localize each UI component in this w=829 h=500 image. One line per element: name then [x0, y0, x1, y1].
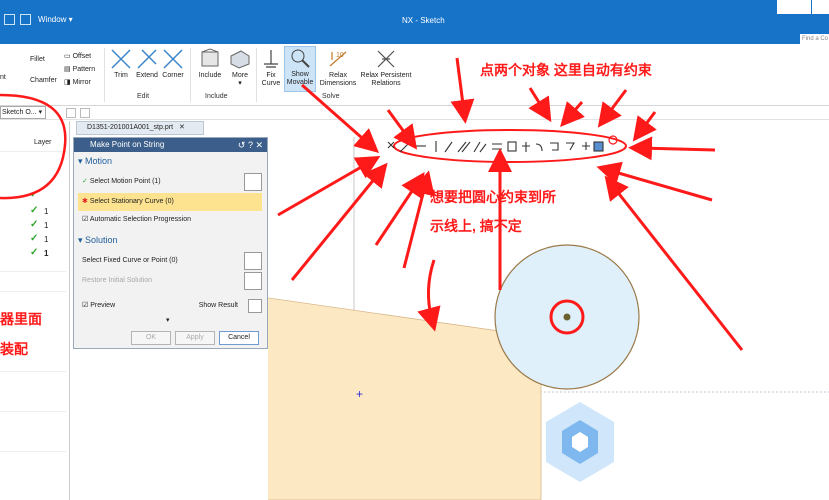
- annotation-top-note: 点两个对象 这里自动有约束: [480, 62, 652, 78]
- annotation-left-note-2: 装配: [0, 341, 28, 357]
- annotation-left-note-1: 器里面: [0, 311, 42, 327]
- annotation-mid-note-2: 示线上, 搞不定: [430, 218, 522, 234]
- annotation-mid-note-1: 想要把圆心约束到所: [430, 189, 556, 205]
- annotation-arrows: [0, 57, 744, 351]
